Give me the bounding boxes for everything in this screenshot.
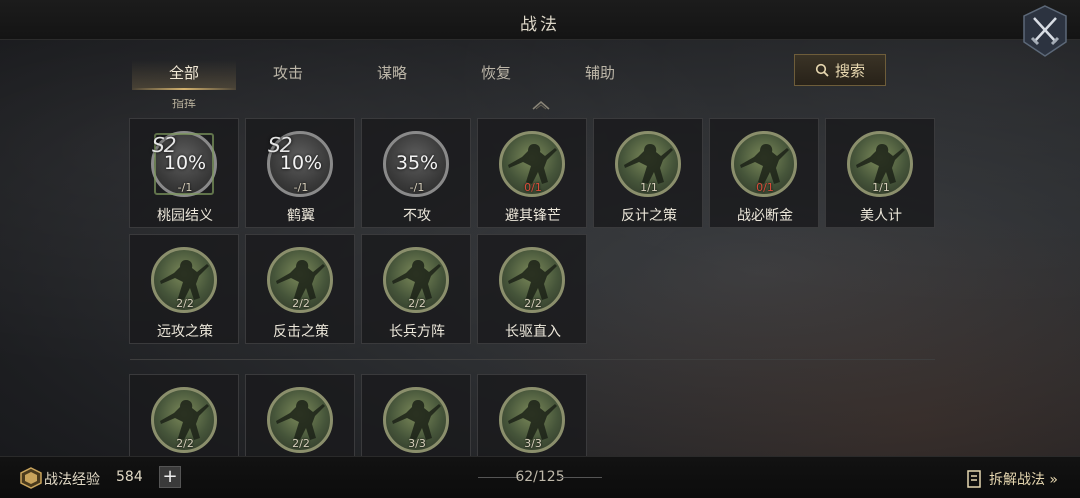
category-tabs: 全部 攻击 谋略 恢复 辅助 [132,60,792,92]
skill-card[interactable]: 2/2 反击之策 [245,234,355,344]
tab-recovery[interactable]: 恢复 [444,60,548,90]
skill-name: 桃园结义 [157,208,213,224]
skill-name: 避其锋芒 [505,208,561,224]
skill-name: 远攻之策 [157,324,213,340]
skill-card[interactable]: 1/1 美人计 [825,118,935,228]
progress-percent: 10% [163,152,207,174]
skill-count: 3/3 [408,437,426,450]
decompose-label: 拆解战法 » [988,472,1058,488]
skill-count: -/1 [409,181,425,194]
document-icon [967,470,981,488]
experience-label: 战法经验 [44,472,100,488]
skill-name: 战必断金 [737,208,793,224]
skill-count: -/1 [177,181,193,194]
progress-percent: 35% [395,152,439,174]
tab-strategy[interactable]: 谋略 [340,60,444,90]
skill-count: 2/2 [176,437,194,450]
skill-card[interactable]: S2 10% -/1 桃园结义 [129,118,239,228]
search-icon [815,63,829,77]
skill-name: 反计之策 [621,208,677,224]
tab-all[interactable]: 全部 [132,60,236,90]
bottom-bar: 战法经验 584 + 62/125 拆解战法 » [0,456,1080,498]
skill-name: 美人计 [860,208,902,224]
search-button[interactable]: 搜索 [794,54,886,86]
skill-count: 2/2 [176,297,194,310]
skill-count: 0/1 [524,181,542,194]
search-label: 搜索 [834,61,865,80]
skill-count: 1/1 [640,181,658,194]
experience-icon [20,467,42,489]
tab-support[interactable]: 辅助 [548,60,652,90]
skill-count: 1/1 [872,181,890,194]
skill-card[interactable]: 0/1 避其锋芒 [477,118,587,228]
section-label: 指挥 [171,99,196,110]
skill-card[interactable]: 1/1 反计之策 [593,118,703,228]
skill-name: 长驱直入 [505,324,561,340]
skill-name: 鹤翼 [287,208,315,224]
tab-attack[interactable]: 攻击 [236,60,340,90]
experience-value: 584 [116,469,143,485]
top-bar: 战法 [0,0,1080,40]
skill-count: 0/1 [756,181,774,194]
skill-card[interactable]: 35% -/1 不攻 [361,118,471,228]
skill-count: 2/2 [524,297,542,310]
page-divider-right [560,477,602,478]
skill-card[interactable]: 2/2 远攻之策 [129,234,239,344]
close-emblem-icon[interactable] [1022,4,1068,58]
section-divider [130,359,935,360]
skill-count: 2/2 [292,437,310,450]
collapse-chevron-icon[interactable] [531,100,551,110]
skill-card[interactable]: 2/2 长驱直入 [477,234,587,344]
skill-name: 长兵方阵 [389,324,445,340]
page-title: 战法 [520,15,560,35]
skill-count-total: 62/125 [515,469,565,485]
skill-name: 不攻 [403,208,431,224]
decompose-button[interactable]: 拆解战法 » [967,469,1058,489]
skill-name: 反击之策 [273,324,329,340]
skill-card[interactable]: 0/1 战必断金 [709,118,819,228]
skill-count: -/1 [293,181,309,194]
progress-percent: 10% [279,152,323,174]
skill-card[interactable]: 2/2 长兵方阵 [361,234,471,344]
skill-card[interactable]: S2 10% -/1 鹤翼 [245,118,355,228]
skill-count: 3/3 [524,437,542,450]
skill-count: 2/2 [408,297,426,310]
add-experience-button[interactable]: + [159,466,181,488]
skill-count: 2/2 [292,297,310,310]
